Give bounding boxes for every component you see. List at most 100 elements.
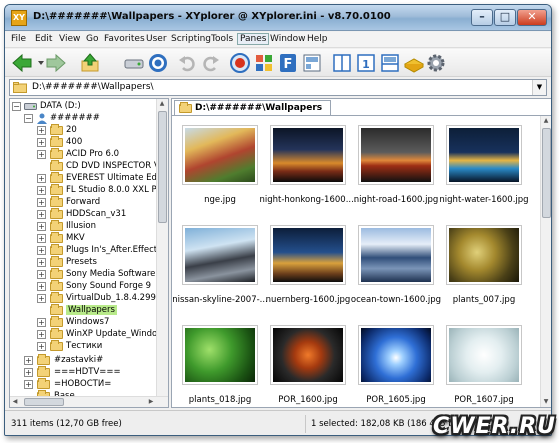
thumbnail-image[interactable] [358,125,434,185]
thumbnail-image[interactable] [182,125,258,185]
gear-icon[interactable] [425,52,447,74]
expand-toggle[interactable]: + [37,126,46,135]
expand-toggle[interactable]: + [37,198,46,207]
expand-toggle[interactable]: + [37,150,46,159]
thumbnail-filename[interactable]: ocean-town-1600.jpg [346,295,446,305]
menu-help[interactable]: Help [307,34,328,44]
image-preview [185,328,255,382]
collapse-toggle[interactable]: − [12,102,21,111]
image-preview [449,128,519,182]
menu-go[interactable]: Go [86,34,98,44]
folder-tree[interactable]: − DATA (D:) − ####### +20 +400 + ACID Pro 6… [9,98,169,408]
thumbnail-image[interactable] [270,125,346,185]
pane-vertical-scrollbar[interactable]: ▲ ▼ [540,116,551,407]
thumbnail-filename[interactable]: nge.jpg [172,195,270,205]
thumbnail-image[interactable] [446,225,522,285]
address-bar[interactable]: D:\#######\Wallpapers\ ▼ [9,79,547,96]
expand-toggle[interactable]: + [37,234,46,243]
expand-toggle[interactable]: + [37,318,46,327]
tree-item-label: FL Studio 8.0.0 XXL Pr [66,185,160,195]
folder-box-icon[interactable] [403,52,425,74]
menu-scripting[interactable]: Scripting [171,34,211,44]
file-list-pane[interactable]: D:\#######\Wallpapers nge.jpg night-honko… [171,98,551,408]
expand-toggle[interactable]: + [37,210,46,219]
minimize-button[interactable]: – [471,9,493,26]
title-bar[interactable]: XY D:\#######\Wallpapers - XYplorer @ XY… [5,5,551,31]
thumbnail-filename[interactable]: POR_1605.jpg [346,395,446,405]
thumbnail-image[interactable] [270,325,346,385]
expand-toggle[interactable]: + [37,186,46,195]
collapse-toggle[interactable]: − [24,114,33,123]
thumbnail-filename[interactable]: nissan-skyline-2007-... [172,295,270,305]
tree-item-label: MKV [66,233,85,243]
thumbnail-image[interactable] [446,125,522,185]
expand-toggle[interactable]: + [37,342,46,351]
thumbnail-filename[interactable]: POR_1607.jpg [434,395,534,405]
app-window: XY D:\#######\Wallpapers - XYplorer @ XY… [4,4,552,436]
scroll-thumb[interactable] [158,111,167,223]
tree-item-label: =НОВОСТИ= [54,379,112,389]
thumbnail-filename[interactable]: night-honkong-1600.... [258,195,358,205]
thumbnail-filename[interactable]: plants_007.jpg [434,295,534,305]
thumbnail-image[interactable] [182,325,258,385]
expand-toggle[interactable]: + [24,380,33,389]
thumbnail-image[interactable] [358,325,434,385]
expand-toggle[interactable]: + [24,368,33,377]
expand-toggle[interactable]: + [37,282,46,291]
dual-pane-icon[interactable] [301,52,323,74]
tab-wallpapers[interactable]: D:\#######\Wallpapers [174,100,332,115]
expand-toggle[interactable]: + [37,330,46,339]
undo-icon[interactable] [177,52,199,74]
play-record-icon[interactable] [229,52,251,74]
menu-favorites[interactable]: Favorites [104,34,145,44]
thumbnail-image[interactable] [446,325,522,385]
expand-toggle[interactable]: + [37,258,46,267]
tree-horizontal-scrollbar[interactable]: ◀ ▶ [10,396,168,407]
menu-panes[interactable]: Panes [237,33,270,45]
tree-user-label: ####### [50,113,100,123]
close-button[interactable]: ✕ [517,9,547,26]
tree-vertical-scrollbar[interactable]: ▲ ▼ [156,99,168,407]
expand-toggle[interactable]: + [24,356,33,365]
image-preview [361,328,431,382]
thumbnail-filename[interactable]: night-water-1600.jpg [434,195,534,205]
expand-toggle[interactable]: + [37,222,46,231]
expand-toggle[interactable]: + [37,270,46,279]
find-files-icon[interactable]: F [277,52,299,74]
menu-view[interactable]: View [59,34,80,44]
grid-view-icon[interactable] [253,52,275,74]
menu-edit[interactable]: Edit [35,34,52,44]
expand-toggle[interactable]: + [37,246,46,255]
address-path[interactable]: D:\#######\Wallpapers\ [32,82,154,92]
menu-file[interactable]: File [11,34,26,44]
scroll-thumb[interactable] [24,398,64,406]
up-folder-icon[interactable] [79,52,101,74]
menu-user[interactable]: User [146,34,167,44]
thumbnail-filename[interactable]: nuernberg-1600.jpg [258,295,358,305]
target-icon[interactable] [147,52,169,74]
thumbnail-image[interactable] [270,225,346,285]
back-arrow-icon[interactable] [11,52,33,74]
maximize-button[interactable]: □ [494,9,516,26]
expand-toggle[interactable]: + [37,138,46,147]
chevron-down-icon[interactable]: ▼ [532,80,546,95]
menu-tools[interactable]: Tools [211,34,233,44]
drive-icon[interactable] [123,52,145,74]
vertical-split-icon[interactable] [331,52,353,74]
thumbnail-image[interactable] [358,225,434,285]
folder-icon [37,378,50,389]
expand-toggle[interactable]: + [37,294,46,303]
thumbnail-image[interactable] [182,225,258,285]
expand-toggle[interactable]: + [37,174,46,183]
scroll-thumb[interactable] [542,128,551,218]
forward-arrow-icon[interactable] [45,52,67,74]
tree-item-label: ACID Pro 6.0 [66,149,120,159]
thumbnail-filename[interactable]: plants_018.jpg [172,395,270,405]
horizontal-split-icon[interactable] [379,52,401,74]
image-preview [361,128,431,182]
redo-icon[interactable] [199,52,221,74]
thumbnail-filename[interactable]: night-road-1600.jpg [346,195,446,205]
menu-window[interactable]: Window [270,34,306,44]
thumbnail-filename[interactable]: POR_1600.jpg [258,395,358,405]
single-pane-icon[interactable]: 1 [355,52,377,74]
